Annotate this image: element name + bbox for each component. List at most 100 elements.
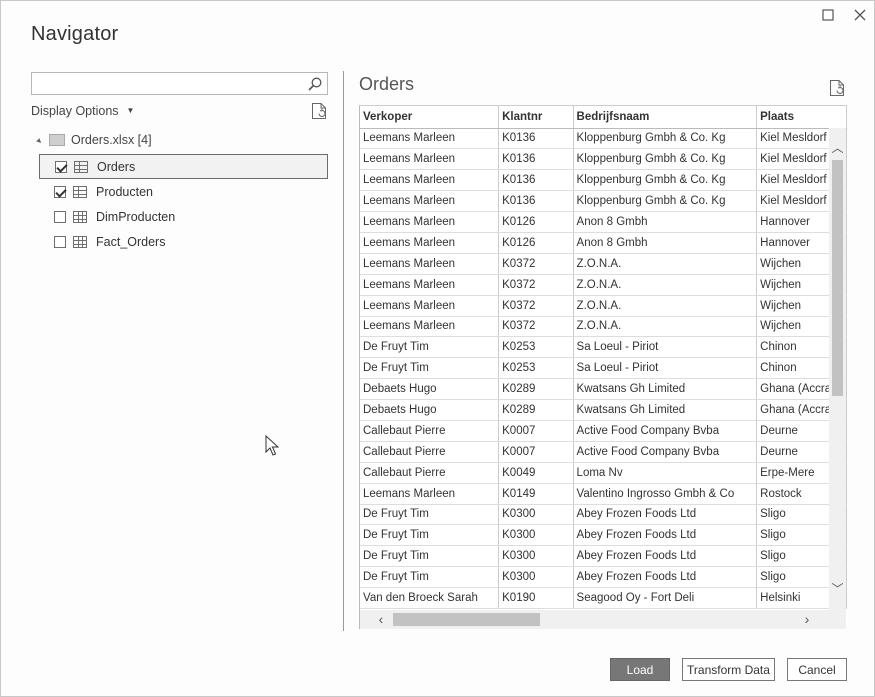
table-cell[interactable]: K0149 — [498, 483, 574, 505]
vertical-scrollbar[interactable]: ︿ ﹀ — [829, 128, 846, 610]
tree-item-producten[interactable]: Producten — [39, 179, 328, 204]
table-cell[interactable]: Leemans Marleen — [360, 148, 500, 171]
table-cell[interactable]: K0372 — [498, 316, 574, 338]
column-header[interactable]: Plaats — [756, 106, 847, 129]
table-cell[interactable]: De Fruyt Tim — [360, 545, 500, 568]
table-cell[interactable]: Z.O.N.A. — [573, 274, 758, 296]
column-header[interactable]: Verkoper — [360, 106, 500, 129]
table-cell[interactable]: K0300 — [498, 566, 574, 589]
table-cell[interactable]: Sa Loeul - Piriot — [573, 357, 758, 380]
export-document-icon[interactable] — [829, 79, 845, 97]
table-cell[interactable]: K0289 — [498, 378, 574, 401]
close-button[interactable] — [847, 5, 873, 25]
table-cell[interactable]: K0049 — [498, 462, 574, 484]
column-header[interactable]: Klantnr — [498, 106, 574, 129]
transform-data-button[interactable]: Transform Data — [682, 658, 775, 681]
table-cell[interactable]: Abey Frozen Foods Ltd — [573, 545, 758, 568]
cancel-button[interactable]: Cancel — [787, 658, 847, 681]
table-cell[interactable]: Callebaut Pierre — [360, 441, 500, 463]
table-cell[interactable]: K0372 — [498, 295, 574, 317]
tree-root-node[interactable]: ▼ Orders.xlsx [4] — [33, 133, 151, 147]
table-cell[interactable]: K0190 — [498, 587, 574, 609]
table-cell[interactable]: Abey Frozen Foods Ltd — [573, 504, 758, 526]
table-cell[interactable]: Callebaut Pierre — [360, 420, 500, 442]
table-cell[interactable]: K0289 — [498, 399, 574, 421]
table-cell[interactable]: Kloppenburg Gmbh & Co. Kg — [573, 128, 758, 150]
table-cell[interactable]: Leemans Marleen — [360, 169, 500, 192]
table-cell[interactable]: K0126 — [498, 232, 574, 254]
table-cell[interactable]: K0300 — [498, 504, 574, 526]
table-cell[interactable]: K0253 — [498, 357, 574, 380]
table-cell[interactable]: Leemans Marleen — [360, 295, 500, 317]
table-cell[interactable]: Kloppenburg Gmbh & Co. Kg — [573, 190, 758, 213]
table-cell[interactable]: Anon 8 Gmbh — [573, 211, 758, 233]
table-cell[interactable]: Kwatsans Gh Limited — [573, 378, 758, 401]
column-header[interactable]: Bedrijfsnaam — [573, 106, 758, 129]
table-cell[interactable]: K0126 — [498, 211, 574, 233]
expand-triangle-icon[interactable]: ▼ — [33, 133, 46, 147]
table-cell[interactable]: K0136 — [498, 148, 574, 171]
scroll-down-icon[interactable]: ﹀ — [831, 583, 844, 596]
checkbox-producten[interactable] — [54, 185, 66, 198]
tree-item-dimproducten[interactable]: DimProducten — [39, 204, 328, 229]
table-cell[interactable]: K0007 — [498, 441, 574, 463]
table-cell[interactable]: Leemans Marleen — [360, 274, 500, 296]
table-cell[interactable]: Loma Nv — [573, 462, 758, 484]
table-cell[interactable]: K0300 — [498, 524, 574, 547]
table-cell[interactable]: Debaets Hugo — [360, 378, 500, 401]
table-cell[interactable]: K0300 — [498, 545, 574, 568]
table-cell[interactable]: Kloppenburg Gmbh & Co. Kg — [573, 169, 758, 192]
table-cell[interactable]: K0372 — [498, 253, 574, 275]
table-cell[interactable]: Active Food Company Bvba — [573, 420, 758, 442]
table-cell[interactable]: K0372 — [498, 274, 574, 296]
table-cell[interactable]: K0136 — [498, 190, 574, 213]
table-cell[interactable]: Van den Broeck Sarah — [360, 587, 500, 609]
table-cell[interactable]: Leemans Marleen — [360, 232, 500, 254]
table-cell[interactable]: Anon 8 Gmbh — [573, 232, 758, 254]
tree-item-orders[interactable]: Orders — [39, 154, 328, 179]
table-cell[interactable]: De Fruyt Tim — [360, 504, 500, 526]
checkbox-orders[interactable] — [55, 160, 67, 173]
display-options-dropdown[interactable]: Display Options ▼ — [31, 104, 134, 118]
search-icon[interactable] — [307, 76, 323, 92]
table-cell[interactable]: K0136 — [498, 128, 574, 150]
table-cell[interactable]: Kloppenburg Gmbh & Co. Kg — [573, 148, 758, 171]
table-cell[interactable]: Debaets Hugo — [360, 399, 500, 421]
checkbox-dimproducten[interactable] — [54, 210, 66, 223]
load-button[interactable]: Load — [610, 658, 670, 681]
table-cell[interactable]: Abey Frozen Foods Ltd — [573, 524, 758, 547]
table-cell[interactable]: K0007 — [498, 420, 574, 442]
table-cell[interactable]: Abey Frozen Foods Ltd — [573, 566, 758, 589]
table-cell[interactable]: De Fruyt Tim — [360, 566, 500, 589]
scroll-up-icon[interactable]: ︿ — [831, 142, 844, 155]
table-cell[interactable]: K0253 — [498, 336, 574, 359]
pane-divider[interactable] — [343, 71, 344, 631]
table-cell[interactable]: Leemans Marleen — [360, 483, 500, 505]
refresh-document-icon[interactable] — [311, 102, 327, 120]
table-cell[interactable]: Kwatsans Gh Limited — [573, 399, 758, 421]
table-cell[interactable]: De Fruyt Tim — [360, 357, 500, 380]
table-cell[interactable]: Sa Loeul - Piriot — [573, 336, 758, 359]
table-cell[interactable]: Callebaut Pierre — [360, 462, 500, 484]
table-cell[interactable]: De Fruyt Tim — [360, 524, 500, 547]
table-cell[interactable]: Z.O.N.A. — [573, 295, 758, 317]
table-cell[interactable]: Active Food Company Bvba — [573, 441, 758, 463]
table-cell[interactable]: Valentino Ingrosso Gmbh & Co — [573, 483, 758, 505]
tree-item-fact-orders[interactable]: Fact_Orders — [39, 229, 328, 254]
table-cell[interactable]: Leemans Marleen — [360, 190, 500, 213]
vertical-scroll-thumb[interactable] — [832, 160, 843, 396]
table-cell[interactable]: Leemans Marleen — [360, 316, 500, 338]
table-cell[interactable]: Leemans Marleen — [360, 128, 500, 150]
table-cell[interactable]: Z.O.N.A. — [573, 316, 758, 338]
horizontal-scrollbar[interactable]: ‹ › — [360, 610, 846, 629]
search-input[interactable] — [32, 73, 302, 94]
search-box[interactable] — [31, 72, 328, 95]
table-cell[interactable]: K0136 — [498, 169, 574, 192]
scroll-right-icon[interactable]: › — [800, 612, 814, 626]
table-cell[interactable]: Leemans Marleen — [360, 211, 500, 233]
horizontal-scroll-thumb[interactable] — [393, 613, 540, 626]
table-cell[interactable]: Leemans Marleen — [360, 253, 500, 275]
scroll-left-icon[interactable]: ‹ — [374, 612, 388, 626]
checkbox-fact-orders[interactable] — [54, 235, 66, 248]
table-cell[interactable]: Z.O.N.A. — [573, 253, 758, 275]
